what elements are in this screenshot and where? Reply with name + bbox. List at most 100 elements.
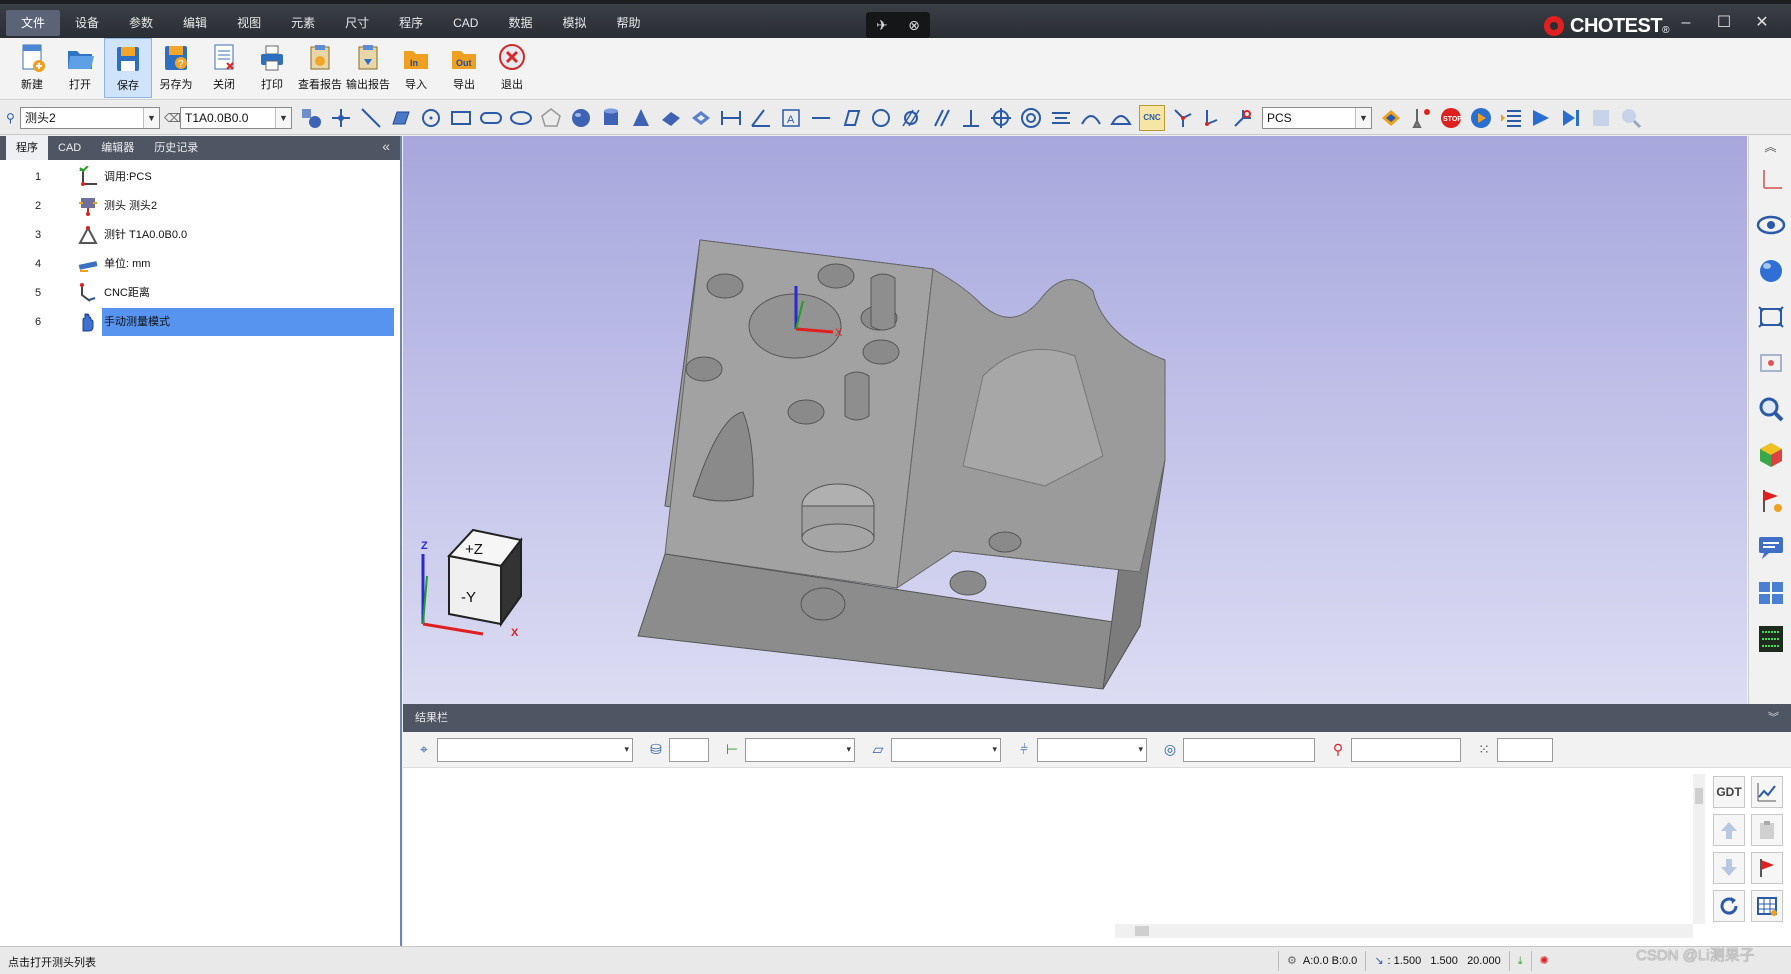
menu-view[interactable]: 视图 [222,10,276,36]
scroll-thumb[interactable] [1135,926,1149,936]
program-row[interactable]: 5 CNC距离 [0,278,400,307]
roundness-icon[interactable] [866,104,896,132]
dro-readout-icon[interactable] [1749,616,1791,662]
stop-square-icon[interactable] [1586,104,1616,132]
chevron-down-icon[interactable]: ▼ [275,107,291,128]
add-flag-icon[interactable] [1749,478,1791,524]
menu-simulate[interactable]: 模拟 [547,10,601,36]
clipboard-icon[interactable] [1751,814,1783,846]
straightness-icon[interactable] [806,104,836,132]
results-content[interactable] [403,768,1703,946]
eye-icon[interactable] [1749,202,1791,248]
ellipse-icon[interactable] [506,104,536,132]
vertical-scrollbar[interactable] [1693,774,1705,924]
new-button[interactable]: 新建 [8,38,56,98]
step-forward-icon[interactable] [1526,104,1556,132]
zoom-window-icon[interactable] [1749,340,1791,386]
cylindricity-icon[interactable] [896,104,926,132]
program-row-selected[interactable]: 6 手动测量模式 [0,307,400,336]
points-field[interactable] [1497,737,1553,762]
cad-model[interactable]: X +Z -Y Z X [403,136,1747,704]
cylinder-icon[interactable] [596,104,626,132]
menu-help[interactable]: 帮助 [602,10,656,36]
view-cube[interactable]: +Z -Y [447,528,523,628]
profile-line-icon[interactable] [1076,104,1106,132]
chevron-down-icon[interactable]: ▾ [624,744,629,755]
close-button[interactable]: 关闭 [200,38,248,98]
save-button[interactable]: 保存 [104,38,152,98]
chart-icon[interactable] [1751,776,1783,808]
color-cube-icon[interactable] [1749,432,1791,478]
status-icon-cell[interactable]: ⤓ [1508,951,1531,971]
plane-icon[interactable] [386,104,416,132]
menu-edit[interactable]: 编辑 [168,10,222,36]
count-field[interactable] [669,737,709,762]
menu-cad[interactable]: CAD [438,10,493,36]
coordinate-axes-icon[interactable] [1749,156,1791,202]
menu-file[interactable]: 文件 [6,10,61,36]
tab-program[interactable]: 程序 [6,136,48,160]
probe-check-icon[interactable] [1406,104,1436,132]
menu-device[interactable]: 设备 [60,10,114,36]
distance-icon[interactable] [716,104,746,132]
flag-icon[interactable] [1751,852,1783,884]
layout-grid-icon[interactable] [1749,570,1791,616]
chevron-down-icon[interactable]: ▾ [846,744,851,755]
table-icon[interactable] [1751,890,1783,922]
slot-icon[interactable] [476,104,506,132]
import-button[interactable]: In 导入 [392,38,440,98]
chevron-down-icon[interactable]: ▼ [143,107,159,128]
surface-icon[interactable] [656,104,686,132]
probe-select[interactable]: 测头2 ▼ [20,106,160,129]
pin-icon[interactable]: ✈ [876,17,888,34]
symmetry-icon[interactable] [1046,104,1076,132]
tab-history[interactable]: 历史记录 [144,136,208,160]
shaded-sphere-icon[interactable] [1749,248,1791,294]
align-icon[interactable] [1376,104,1406,132]
comment-icon[interactable] [1749,524,1791,570]
probe-field[interactable] [1351,737,1461,762]
maximize-icon[interactable]: ☐ [1705,12,1743,34]
cnc-toggle-icon[interactable]: CNC [1139,104,1165,131]
menu-dimension[interactable]: 尺寸 [330,10,384,36]
fit-view-icon[interactable] [1749,294,1791,340]
parallelism-icon[interactable] [926,104,956,132]
profile-surface-icon[interactable] [1106,104,1136,132]
rectangle-icon[interactable] [446,104,476,132]
scroll-thumb[interactable] [1695,788,1703,804]
concentricity-icon[interactable] [1016,104,1046,132]
probe-path-icon[interactable] [1168,104,1198,132]
export-report-button[interactable]: 输出报告 [344,38,392,98]
menu-element[interactable]: 元素 [276,10,330,36]
cone-icon[interactable] [626,104,656,132]
menu-data[interactable]: 数据 [493,10,547,36]
torus-icon[interactable] [686,104,716,132]
flatness-icon[interactable] [836,104,866,132]
text-icon[interactable]: A [776,104,806,132]
print-button[interactable]: 打印 [248,38,296,98]
plane-select[interactable]: ▾ [891,737,1001,762]
collapse-left-icon[interactable]: « [382,138,390,154]
program-row[interactable]: 1 调用:PCS [0,162,400,191]
stop-icon[interactable]: STOP [1436,104,1466,132]
line-icon[interactable] [356,104,386,132]
program-row[interactable]: 3 测针 T1A0.0B0.0 [0,220,400,249]
menu-program[interactable]: 程序 [384,10,438,36]
circle-icon[interactable] [416,104,446,132]
zoom-icon[interactable] [1749,386,1791,432]
angle-icon[interactable] [746,104,776,132]
run-list-icon[interactable] [1496,104,1526,132]
view-report-button[interactable]: 查看报告 [296,38,344,98]
perpendicularity-icon[interactable] [956,104,986,132]
skip-end-icon[interactable] [1556,104,1586,132]
chevron-down-icon[interactable]: ▾ [1138,744,1143,755]
gdt-button[interactable]: GDT [1713,776,1745,808]
collapse-down-icon[interactable]: ︾ [1768,704,1779,732]
element-filter-select[interactable]: ▾ [437,737,633,762]
tip-select[interactable]: T1A0.0B0.0 ▼ [180,106,292,129]
horizontal-scrollbar[interactable] [1115,924,1693,938]
tab-editor[interactable]: 编辑器 [91,136,144,160]
run-icon[interactable] [1466,104,1496,132]
export-button[interactable]: Out 导出 [440,38,488,98]
close-circle-icon[interactable]: ⊗ [908,17,920,34]
